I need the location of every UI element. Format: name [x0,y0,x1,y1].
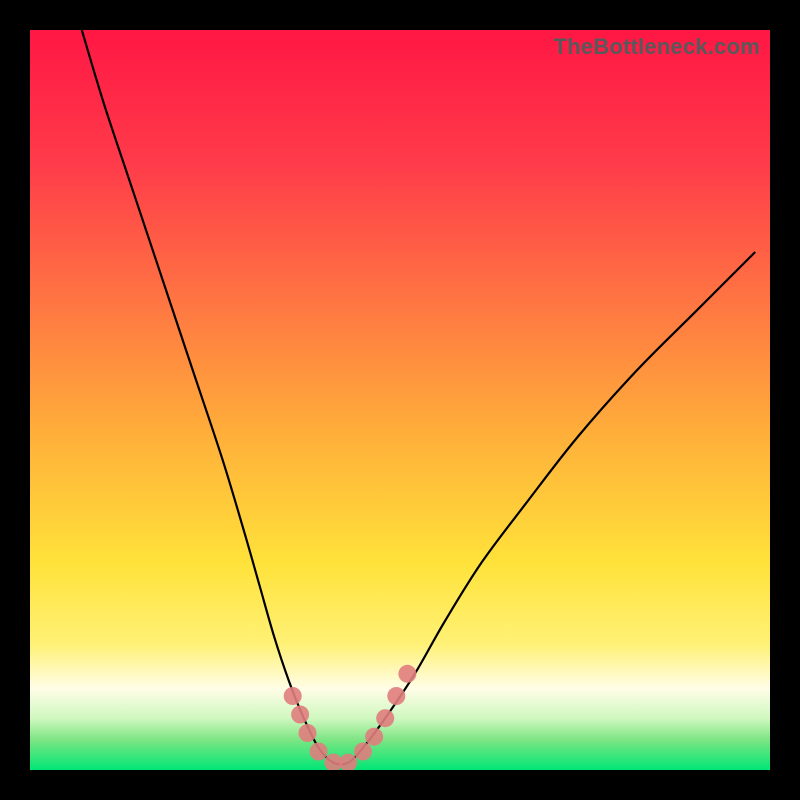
bottleneck-curve [82,30,755,764]
highlight-dots [284,665,417,770]
highlight-dot [284,687,302,705]
highlight-dot [291,706,309,724]
highlight-dot [310,743,328,761]
chart-svg [30,30,770,770]
highlight-dot [398,665,416,683]
highlight-dot [376,709,394,727]
highlight-dot [354,743,372,761]
plot-frame: TheBottleneck.com [30,30,770,770]
highlight-dot [299,724,317,742]
highlight-dot [387,687,405,705]
highlight-dot [365,728,383,746]
